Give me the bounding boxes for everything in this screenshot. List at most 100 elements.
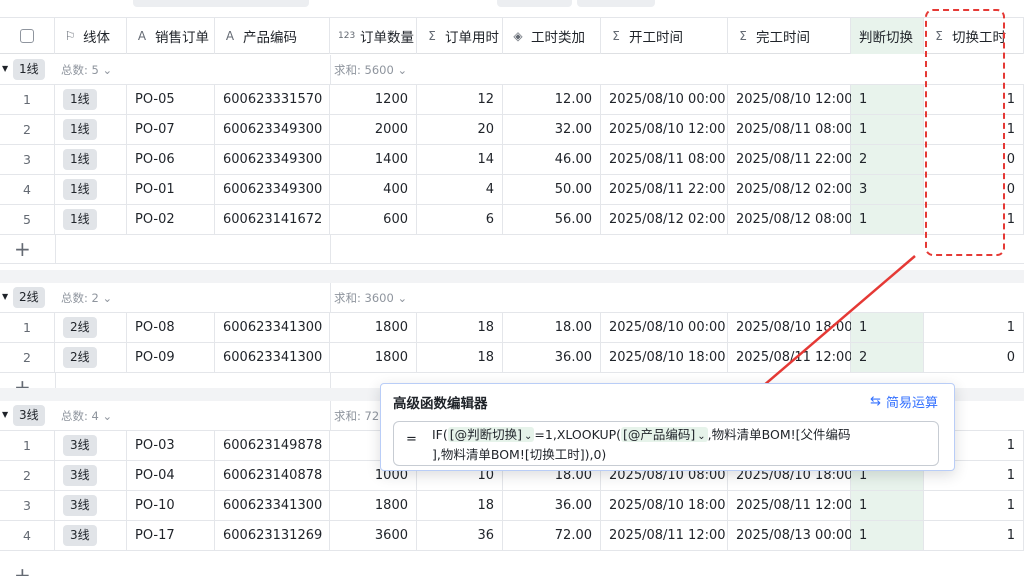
column-header-line[interactable]: ⚐ 线体 xyxy=(55,18,127,54)
row-index[interactable]: 1 xyxy=(0,431,55,460)
cell-order[interactable]: PO-10 xyxy=(127,491,215,520)
group-count[interactable]: 总数: 2 ⌄ xyxy=(61,290,112,306)
cell-end[interactable]: 2025/08/10 12:00 xyxy=(728,85,853,114)
cell-start[interactable]: 2025/08/11 22:00 xyxy=(601,175,728,204)
cell-end[interactable]: 2025/08/11 08:00 xyxy=(728,115,853,144)
table-row[interactable]: 4 3线 PO-17 600623131269 3600 36 72.00 2025/08/1… xyxy=(0,521,1024,551)
cell-end[interactable]: 2025/08/11 12:00 xyxy=(728,491,853,520)
chevron-down-icon[interactable]: ⌄ xyxy=(697,431,705,442)
row-index[interactable]: 3 xyxy=(0,145,55,174)
row-index[interactable]: 2 xyxy=(0,461,55,490)
cell-cum[interactable]: 56.00 xyxy=(503,205,601,234)
cell-start[interactable]: 2025/08/11 12:00 xyxy=(601,521,728,550)
cell-judge[interactable]: 2 xyxy=(851,343,924,372)
column-header-code[interactable]: A 产品编码 xyxy=(215,18,330,54)
select-all-checkbox[interactable] xyxy=(20,29,34,43)
formula-input[interactable]: = IF([@判断切换] ⌄ =1,XLOOKUP([@产品编码] ⌄ ,物料清单BOM… xyxy=(393,421,939,466)
cell-code[interactable]: 600623149878 xyxy=(215,431,330,460)
chevron-down-icon[interactable]: ⌄ xyxy=(394,63,407,77)
cell-cum[interactable]: 12.00 xyxy=(503,85,601,114)
cell-order[interactable]: PO-04 xyxy=(127,461,215,490)
cell-time[interactable]: 18 xyxy=(417,343,503,372)
cell-cum[interactable]: 46.00 xyxy=(503,145,601,174)
cell-order[interactable]: PO-17 xyxy=(127,521,215,550)
cell-judge[interactable]: 1 xyxy=(851,205,924,234)
cell-cum[interactable]: 36.00 xyxy=(503,491,601,520)
cell-cum[interactable]: 32.00 xyxy=(503,115,601,144)
cell-end[interactable]: 2025/08/12 08:00 xyxy=(728,205,853,234)
cell-order[interactable]: PO-08 xyxy=(127,313,215,342)
cell-time[interactable]: 12 xyxy=(417,85,503,114)
cell-cum[interactable]: 50.00 xyxy=(503,175,601,204)
row-index[interactable]: 4 xyxy=(0,175,55,204)
table-row[interactable]: 3 3线 PO-10 600623341300 1800 18 36.00 2025/08/1… xyxy=(0,491,1024,521)
cell-qty[interactable]: 1800 xyxy=(330,313,417,342)
cell-code[interactable]: 600623341300 xyxy=(215,343,330,372)
cell-line[interactable]: 1线 xyxy=(55,85,127,114)
cell-qty[interactable]: 1200 xyxy=(330,85,417,114)
cell-judge[interactable]: 1 xyxy=(851,85,924,114)
cell-code[interactable]: 600623341300 xyxy=(215,491,330,520)
cell-line[interactable]: 3线 xyxy=(55,491,127,520)
field-reference-judge[interactable]: [@判断切换] ⌄ xyxy=(447,427,535,442)
simple-operation-button[interactable]: ⇆ 简易运算 xyxy=(870,392,938,411)
cell-judge[interactable]: 2 xyxy=(851,145,924,174)
cell-judge[interactable]: 3 xyxy=(851,175,924,204)
column-header-start[interactable]: Σ 开工时间 xyxy=(601,18,728,54)
cell-line[interactable]: 1线 xyxy=(55,175,127,204)
cell-order[interactable]: PO-03 xyxy=(127,431,215,460)
cell-switch[interactable]: 1 xyxy=(924,313,1024,342)
row-index[interactable]: 3 xyxy=(0,491,55,520)
cell-line[interactable]: 2线 xyxy=(55,313,127,342)
cell-judge[interactable]: 1 xyxy=(851,521,924,550)
cell-time[interactable]: 36 xyxy=(417,521,503,550)
cell-time[interactable]: 18 xyxy=(417,313,503,342)
group-count[interactable]: 总数: 5 ⌄ xyxy=(61,62,112,78)
chevron-down-icon[interactable]: ⌄ xyxy=(394,291,407,305)
cell-line[interactable]: 1线 xyxy=(55,205,127,234)
cell-switch[interactable]: 1 xyxy=(924,521,1024,550)
cell-line[interactable]: 3线 xyxy=(55,461,127,490)
cell-cum[interactable]: 18.00 xyxy=(503,313,601,342)
cell-end[interactable]: 2025/08/11 22:00 xyxy=(728,145,853,174)
cell-switch[interactable]: 0 xyxy=(924,343,1024,372)
cell-start[interactable]: 2025/08/10 00:00 xyxy=(601,313,728,342)
cell-code[interactable]: 600623140878 xyxy=(215,461,330,490)
cell-qty[interactable]: 1800 xyxy=(330,491,417,520)
row-index[interactable]: 1 xyxy=(0,85,55,114)
row-index[interactable]: 2 xyxy=(0,343,55,372)
cell-qty[interactable]: 2000 xyxy=(330,115,417,144)
plus-icon[interactable]: + xyxy=(14,239,31,259)
chevron-down-icon[interactable]: ⌄ xyxy=(524,431,532,442)
cell-code[interactable]: 600623349300 xyxy=(215,175,330,204)
cell-time[interactable]: 18 xyxy=(417,491,503,520)
row-index[interactable]: 5 xyxy=(0,205,55,234)
cell-code[interactable]: 600623349300 xyxy=(215,115,330,144)
table-row[interactable]: 4 1线 PO-01 600623349300 400 4 50.00 2025/08/11 … xyxy=(0,175,1024,205)
cell-order[interactable]: PO-05 xyxy=(127,85,215,114)
cell-code[interactable]: 600623331570 xyxy=(215,85,330,114)
cell-code[interactable]: 600623341300 xyxy=(215,313,330,342)
cell-end[interactable]: 2025/08/11 12:00 xyxy=(728,343,853,372)
group-count[interactable]: 总数: 4 ⌄ xyxy=(61,408,112,424)
column-header-time[interactable]: Σ 订单用时 xyxy=(417,18,503,54)
group-header[interactable]: ▼ 1线 总数: 5 ⌄ 求和: 5600 ⌄ xyxy=(0,55,1024,85)
column-header-cum[interactable]: ◈ 工时类加 xyxy=(503,18,601,54)
add-row-button[interactable]: + xyxy=(0,235,1024,264)
toolbar-button[interactable] xyxy=(497,0,572,7)
column-header-qty[interactable]: 123 订单数量 xyxy=(330,18,417,54)
cell-line[interactable]: 1线 xyxy=(55,115,127,144)
plus-icon[interactable]: + xyxy=(14,565,31,576)
collapse-caret-icon[interactable]: ▼ xyxy=(2,410,8,419)
cell-qty[interactable]: 400 xyxy=(330,175,417,204)
cell-start[interactable]: 2025/08/10 00:00 xyxy=(601,85,728,114)
column-header-order[interactable]: A 销售订单 xyxy=(127,18,215,54)
cell-code[interactable]: 600623349300 xyxy=(215,145,330,174)
group-header[interactable]: ▼ 2线 总数: 2 ⌄ 求和: 3600 ⌄ xyxy=(0,283,1024,313)
cell-start[interactable]: 2025/08/12 02:00 xyxy=(601,205,728,234)
cell-time[interactable]: 4 xyxy=(417,175,503,204)
cell-judge[interactable]: 1 xyxy=(851,313,924,342)
group-sum[interactable]: 求和: 5600 ⌄ xyxy=(334,62,407,78)
advanced-formula-editor[interactable]: 高级函数编辑器 ⇆ 简易运算 = IF([@判断切换] ⌄ =1,XLOOKUP([… xyxy=(380,383,955,471)
column-header-select[interactable] xyxy=(0,18,55,54)
